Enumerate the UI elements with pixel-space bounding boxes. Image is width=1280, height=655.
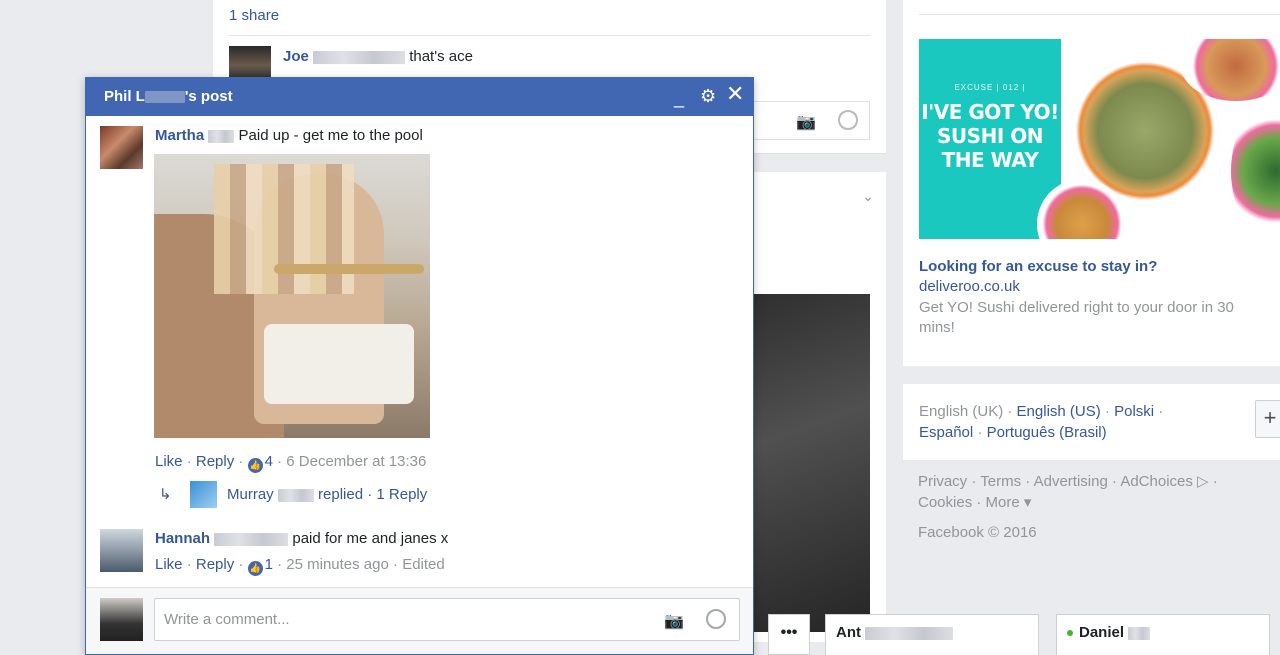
emoji-icon[interactable] xyxy=(838,110,858,130)
comment-photo[interactable] xyxy=(154,154,430,438)
language-option[interactable]: Polski xyxy=(1114,403,1154,420)
online-status-icon xyxy=(1067,630,1073,637)
avatar[interactable] xyxy=(100,126,143,169)
divider xyxy=(229,35,870,36)
emoji-icon[interactable] xyxy=(706,609,726,629)
chat-tab-daniel[interactable]: Daniel xyxy=(1056,614,1270,655)
like-count[interactable]: 4 xyxy=(265,453,273,470)
thumbs-up-icon: 👍 xyxy=(247,458,263,473)
reply-summary-text: Murray replied · 1 Reply xyxy=(227,486,428,503)
gear-icon[interactable]: ⚙ xyxy=(700,85,716,107)
photo-towel xyxy=(264,324,414,404)
comment-timestamp[interactable]: 25 minutes ago xyxy=(286,556,389,573)
footer-link[interactable]: More xyxy=(986,494,1020,511)
chat-tab-ant[interactable]: Ant xyxy=(825,614,1039,655)
comment-author[interactable]: Martha xyxy=(155,127,204,144)
language-option[interactable]: Português (Brasil) xyxy=(987,424,1107,441)
popup-title-suffix: 's post xyxy=(184,88,233,105)
comment-input[interactable] xyxy=(154,598,740,641)
popup-title-prefix: Phil L xyxy=(104,88,145,105)
close-icon[interactable]: ✕ xyxy=(726,83,744,105)
ad-image[interactable]: EXCUSE | 012 | I'VE GOT YO! SUSHI ON THE… xyxy=(919,39,1280,239)
redacted-surname xyxy=(214,532,289,546)
chat-contact-name: Ant xyxy=(836,624,861,641)
thumbs-up-icon: 👍 xyxy=(247,561,263,576)
more-languages-button[interactable]: + xyxy=(1255,400,1280,438)
pixelated-face xyxy=(214,164,354,294)
footer-link[interactable]: AdChoices xyxy=(1120,473,1193,490)
footer-link[interactable]: Privacy xyxy=(918,473,967,490)
redacted-surname xyxy=(313,50,406,64)
footer-links: Privacy · Terms · Advertising · AdChoice… xyxy=(918,473,1218,511)
copyright: Facebook © 2016 xyxy=(918,524,1037,541)
reply-count[interactable]: 1 Reply xyxy=(376,486,427,503)
chat-contact-name: Daniel xyxy=(1079,624,1125,641)
ad-title[interactable]: Looking for an excuse to stay in? xyxy=(919,258,1157,275)
camera-icon[interactable]: 📷 xyxy=(664,611,684,631)
redacted-surname xyxy=(277,488,314,502)
comment-body: Paid up - get me to the pool xyxy=(238,127,423,144)
ad-image-tag: EXCUSE | 012 | xyxy=(954,83,1026,92)
chevron-down-icon[interactable]: ⌄ xyxy=(862,188,874,205)
reply-link[interactable]: Reply xyxy=(196,556,234,573)
language-selector: English (UK) · English (US) · Polski · E… xyxy=(903,384,1280,460)
camera-icon[interactable]: 📷 xyxy=(796,112,816,132)
like-link[interactable]: Like xyxy=(155,453,183,470)
comment-composer: 📷 xyxy=(86,587,753,654)
comment-author[interactable]: Joe xyxy=(283,48,309,65)
adchoices-icon[interactable]: ▷ xyxy=(1193,473,1209,490)
food-bowl xyxy=(1231,101,1280,239)
post-popup: Phil L 's post _ ⚙ ✕ Martha Paid up - get… xyxy=(85,77,754,655)
avatar xyxy=(190,481,217,508)
ad-domain[interactable]: deliveroo.co.uk xyxy=(919,278,1020,295)
comment-body: paid for me and janes x xyxy=(292,530,449,547)
language-option[interactable]: Español xyxy=(919,424,973,441)
comment-text: Martha Paid up - get me to the pool xyxy=(155,127,423,144)
reply-link[interactable]: Reply xyxy=(196,453,234,470)
current-language: English (UK) xyxy=(919,403,1004,420)
comment-actions: Like · Reply · 👍 4 · 6 December at 13:36 xyxy=(155,453,426,473)
footer-link[interactable]: Cookies xyxy=(918,494,972,511)
footer-link[interactable]: Terms xyxy=(980,473,1021,490)
comment-timestamp[interactable]: 6 December at 13:36 xyxy=(286,453,426,470)
ad-description: Get YO! Sushi delivered right to your do… xyxy=(919,299,1234,336)
redacted-name xyxy=(144,91,185,104)
post-photo[interactable] xyxy=(753,294,870,632)
chat-overflow-button[interactable]: ••• xyxy=(768,614,810,655)
photo-detail xyxy=(274,264,424,274)
comment-text: Hannah paid for me and janes x xyxy=(155,530,448,547)
like-link[interactable]: Like xyxy=(155,556,183,573)
comment-actions: Like · Reply · 👍 1 · 25 minutes ago · Edi… xyxy=(155,556,445,576)
share-count-link[interactable]: 1 share xyxy=(229,7,279,24)
redacted-surname xyxy=(1128,626,1151,640)
ad-image-headline: I'VE GOT YO! SUSHI ON THE WAY xyxy=(921,100,1059,172)
language-list: English (UK) · English (US) · Polski · E… xyxy=(919,403,1164,441)
redacted-surname xyxy=(208,129,235,143)
avatar xyxy=(100,598,143,641)
avatar[interactable] xyxy=(229,46,271,78)
comment-author[interactable]: Hannah xyxy=(155,530,210,547)
popup-header[interactable]: Phil L 's post _ ⚙ ✕ xyxy=(86,77,753,116)
minimize-icon[interactable]: _ xyxy=(674,87,684,109)
comment-text: Joe that's ace xyxy=(283,48,473,65)
comment-box[interactable]: 📷 xyxy=(753,101,870,140)
reply-verb: replied xyxy=(318,486,364,503)
comment-body: that's ace xyxy=(409,48,473,65)
sponsored-ad: EXCUSE | 012 | I'VE GOT YO! SUSHI ON THE… xyxy=(903,0,1280,366)
divider xyxy=(919,14,1280,15)
edited-label[interactable]: Edited xyxy=(402,556,445,573)
caret-down-icon[interactable]: ▾ xyxy=(1020,494,1032,511)
avatar[interactable] xyxy=(100,529,143,572)
language-option[interactable]: English (US) xyxy=(1017,403,1101,420)
footer-link[interactable]: Advertising xyxy=(1034,473,1108,490)
popup-title: Phil L 's post xyxy=(104,88,233,105)
reply-author[interactable]: Murray xyxy=(227,486,274,503)
reply-arrow-icon: ↳ xyxy=(159,486,172,503)
redacted-surname xyxy=(865,626,954,640)
like-count[interactable]: 1 xyxy=(265,556,273,573)
